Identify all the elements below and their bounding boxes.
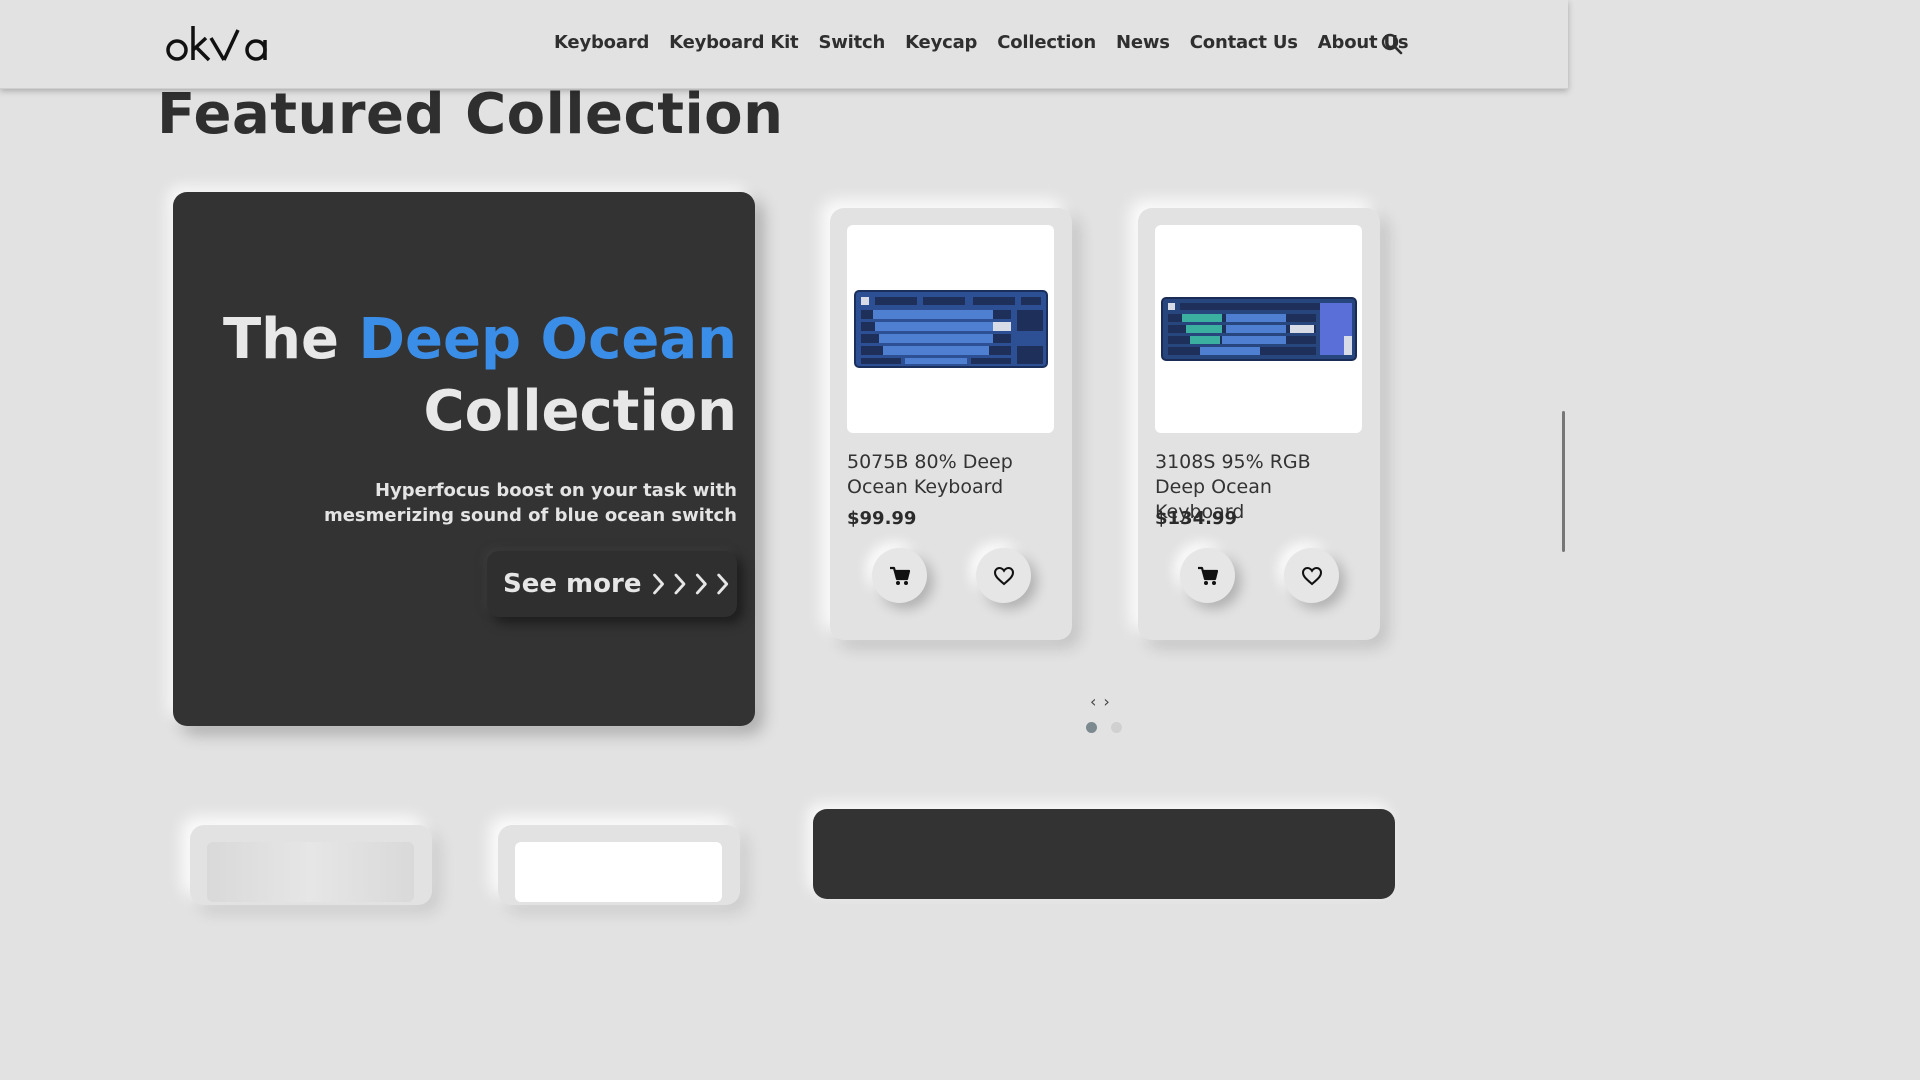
carousel-next-button[interactable]: › [1103,692,1109,711]
product-card[interactable]: 5075B 80% Deep Ocean Keyboard $99.99 [830,208,1072,640]
nav-switch[interactable]: Switch [818,32,885,53]
product-card[interactable] [498,825,740,905]
logo-mark-icon [166,26,267,62]
product-price: $134.99 [1155,508,1237,529]
nav-contact-us[interactable]: Contact Us [1190,32,1298,53]
add-to-wishlist-button[interactable] [976,548,1031,603]
site-header: Keyboard Keyboard Kit Switch Keycap Coll… [0,0,1568,89]
product-card[interactable]: 3108S 95% RGB Deep Ocean Keyboard $134.9… [1138,208,1380,640]
product-card[interactable] [190,825,432,905]
cart-icon [889,566,910,585]
main-nav: Keyboard Keyboard Kit Switch Keycap Coll… [554,32,1428,53]
nav-collection[interactable]: Collection [997,32,1096,53]
nav-news[interactable]: News [1116,32,1170,53]
nav-keycap[interactable]: Keycap [905,32,977,53]
see-more-label: See more [503,569,642,599]
nav-keyboard[interactable]: Keyboard [554,32,649,53]
page-scrollbar[interactable] [1562,411,1565,552]
deep-ocean-hero-card: The Deep Ocean Collection Hyperfocus boo… [173,192,755,726]
heart-icon [993,566,1014,585]
hero-subtitle: Hyperfocus boost on your task with mesme… [324,478,737,528]
heart-icon [1301,566,1322,585]
add-to-wishlist-button[interactable] [1284,548,1339,603]
hero-title-prefix: The [222,307,359,372]
hero-title: The Deep Ocean Collection [223,304,737,448]
add-to-cart-button[interactable] [1180,548,1235,603]
hero-title-accent: Deep Ocean [358,307,737,372]
product-image-rgb-blue-keyboard[interactable] [1155,225,1362,433]
hero-subtitle-line2: mesmerizing sound of blue ocean switch [323,505,737,526]
add-to-cart-button[interactable] [872,548,927,603]
cart-icon [1197,566,1218,585]
keyboard-icon [853,290,1048,368]
product-image[interactable] [207,842,414,902]
product-price: $99.99 [847,508,917,529]
page-title: Featured Collection [157,82,784,147]
carousel-arrows: ‹ › [1090,692,1117,711]
keyboard-icon [1160,297,1357,361]
product-image-tenkeyless-blue-keyboard[interactable] [847,225,1054,433]
carousel-dot-active[interactable] [1086,722,1097,733]
product-image[interactable] [515,842,722,902]
okla-logo[interactable] [166,22,270,66]
chevrons-right-icon [653,573,729,595]
carousel-prev-button[interactable]: ‹ [1090,692,1096,711]
hero-subtitle-line1: Hyperfocus boost on your task with [374,480,737,501]
carousel-dot[interactable] [1111,722,1122,733]
nav-keyboard-kit[interactable]: Keyboard Kit [669,32,799,53]
product-name[interactable]: 5075B 80% Deep Ocean Keyboard [847,450,1057,500]
search-icon[interactable] [1381,33,1403,55]
see-more-button[interactable]: See more [487,551,737,617]
collection-hero-card [813,809,1395,899]
hero-title-line2: Collection [423,379,737,444]
